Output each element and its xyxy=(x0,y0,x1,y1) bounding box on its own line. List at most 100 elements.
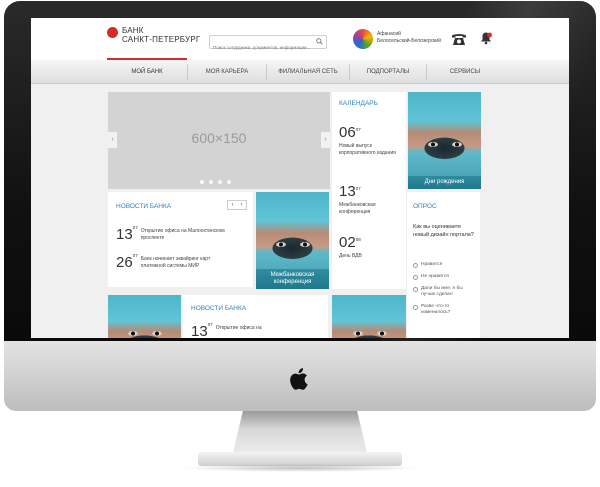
slider-placeholder: 600×150 xyxy=(191,130,247,146)
stand-neck xyxy=(232,411,368,457)
news-card-secondary: НОВОСТИ БАНКА 1307 Открытие офиса на xyxy=(183,295,328,338)
radio-icon[interactable] xyxy=(413,286,418,292)
radio-icon[interactable] xyxy=(413,262,418,268)
logo-mark-icon xyxy=(107,26,118,38)
search-box xyxy=(209,35,327,54)
nav-item-services[interactable]: СЕРВИСЫ xyxy=(427,60,503,84)
news-pager: ‹ › xyxy=(227,200,247,210)
screen: БАНК САНКТ-ПЕТЕРБУРГ Афанасий Белосельск… xyxy=(31,18,569,338)
news-item-day: 13 xyxy=(116,226,133,243)
photo-eye xyxy=(152,331,162,336)
photo-eye xyxy=(300,242,310,247)
news-item[interactable]: 1307 Открытие офиса на xyxy=(191,322,304,339)
calendar-event-text: Межбанковская конференция xyxy=(339,202,376,215)
user-last-name: Белосельский-Белозерский xyxy=(377,38,441,44)
tile-photo xyxy=(332,295,406,338)
calendar-event[interactable]: 1307 Межбанковская конференция xyxy=(339,183,403,215)
radio-icon[interactable] xyxy=(413,274,418,280)
birthdays-caption: Дни рождения xyxy=(408,176,481,189)
nav-active-indicator xyxy=(107,58,187,60)
calendar-event-day: 02 xyxy=(339,234,356,251)
slider-dot[interactable] xyxy=(218,180,222,184)
poll-question: Как вы оцениваете новый дизайн портала? xyxy=(413,224,474,238)
user-name[interactable]: Афанасий Белосельский-Белозерский xyxy=(377,31,457,45)
nav-item-my-bank[interactable]: МОЙ БАНК xyxy=(107,60,187,84)
search-input[interactable] xyxy=(210,41,310,54)
poll-option-label: Дали бы мне, я бы лучше сделал xyxy=(421,286,463,297)
slider-prev-button[interactable]: ‹ xyxy=(108,132,117,148)
slider-pagination xyxy=(200,180,231,184)
calendar-event-month: 07 xyxy=(355,127,361,132)
calendar-card: КАЛЕНДАРЬ 0607 Новый выпуск корпоративно… xyxy=(332,92,406,289)
news-item-text: Открытие офиса на xyxy=(215,325,262,331)
bank-logo[interactable]: БАНК САНКТ-ПЕТЕРБУРГ xyxy=(107,26,200,44)
poll-card: ОПРОС Как вы оцениваете новый дизайн пор… xyxy=(407,192,480,338)
radio-icon[interactable] xyxy=(413,304,418,310)
imac-frame: БАНК САНКТ-ПЕТЕРБУРГ Афанасий Белосельск… xyxy=(0,0,600,487)
news-item-day: 26 xyxy=(116,254,133,271)
slider-dot[interactable] xyxy=(200,180,204,184)
calendar-event-text: Новый выпуск корпоративного издания xyxy=(339,143,396,156)
poll-option[interactable]: Не нравится xyxy=(413,274,477,280)
tile-photo xyxy=(108,295,181,338)
news-title[interactable]: НОВОСТИ БАНКА xyxy=(116,203,171,210)
slider-dot[interactable] xyxy=(209,180,213,184)
notifications-icon[interactable] xyxy=(479,31,493,45)
search-icon[interactable] xyxy=(316,38,323,45)
photo-eye xyxy=(276,242,286,247)
news-item-month: 07 xyxy=(207,322,213,327)
slider-next-button[interactable]: › xyxy=(321,132,330,148)
calendar-event-month: 08 xyxy=(355,237,361,242)
birthdays-tile[interactable]: Дни рождения xyxy=(408,92,481,189)
nav-item-branch-network[interactable]: ФИЛИАЛЬНАЯ СЕТЬ xyxy=(267,60,349,84)
photo-tile[interactable] xyxy=(108,295,181,338)
user-avatar[interactable] xyxy=(353,29,373,49)
conference-tile[interactable]: Межбанковская конференция xyxy=(256,192,329,289)
news-item[interactable]: 1307 Открытие офиса на Малоохтинском про… xyxy=(116,225,229,244)
header: БАНК САНКТ-ПЕТЕРБУРГ Афанасий Белосельск… xyxy=(31,18,569,60)
user-first-name: Афанасий xyxy=(377,31,401,37)
logo-line-2: САНКТ-ПЕТЕРБУРГ xyxy=(122,35,201,44)
calendar-event-day: 13 xyxy=(339,183,356,200)
news-card: НОВОСТИ БАНКА ‹ › 1307 Открытие офиса на… xyxy=(108,192,253,287)
main-nav: МОЙ БАНК МОЯ КАРЬЕРА ФИЛИАЛЬНАЯ СЕТЬ ПОД… xyxy=(31,60,569,84)
calendar-event[interactable]: 0208 День ВДВ xyxy=(339,234,403,260)
news-item-text: Открытие офиса на Малоохтинском проспект… xyxy=(140,228,225,241)
poll-title[interactable]: ОПРОС xyxy=(413,203,437,210)
news-item-month: 07 xyxy=(132,225,138,230)
news-next-button[interactable]: › xyxy=(237,201,246,209)
poll-option-label: Разве что-то изменилось? xyxy=(421,304,451,315)
banner-slider[interactable]: 600×150 ‹ › xyxy=(108,92,330,189)
calendar-title[interactable]: КАЛЕНДАРЬ xyxy=(339,100,378,107)
poll-option-label: Нравится xyxy=(421,262,443,267)
stand-shadow xyxy=(180,464,420,472)
logo-line-1: БАНК xyxy=(122,26,144,35)
photo-eye xyxy=(452,142,462,147)
news-item-text: Банк начинает эквайринг карт платежной с… xyxy=(140,256,211,269)
phone-icon[interactable] xyxy=(451,32,467,46)
main-content: 600×150 ‹ › КАЛЕНДАРЬ 0607 Новый выпуск … xyxy=(31,84,569,338)
news-item-month: 07 xyxy=(132,253,138,258)
apple-logo-icon xyxy=(290,368,308,390)
news-prev-button[interactable]: ‹ xyxy=(228,201,237,209)
news-item[interactable]: 2607 Банк начинает эквайринг карт платеж… xyxy=(116,253,229,272)
photo-eye xyxy=(128,331,138,336)
poll-option[interactable]: Дали бы мне, я бы лучше сделал xyxy=(413,286,477,298)
slider-dot[interactable] xyxy=(227,180,231,184)
nav-item-my-career[interactable]: МОЯ КАРЬЕРА xyxy=(188,60,266,84)
conference-caption: Межбанковская конференция xyxy=(256,269,329,289)
poll-option[interactable]: Разве что-то изменилось? xyxy=(413,304,477,316)
poll-option[interactable]: Нравится xyxy=(413,262,477,268)
calendar-event[interactable]: 0607 Новый выпуск корпоративного издания xyxy=(339,124,403,156)
photo-tile[interactable] xyxy=(332,295,406,338)
calendar-event-day: 06 xyxy=(339,124,356,141)
nav-item-subportals[interactable]: ПОДПОРТАЛЫ xyxy=(350,60,426,84)
photo-eye xyxy=(428,142,438,147)
news-title[interactable]: НОВОСТИ БАНКА xyxy=(191,305,246,312)
tile-photo xyxy=(408,92,481,189)
photo-eye xyxy=(377,331,387,336)
news-item-day: 13 xyxy=(191,323,208,339)
calendar-event-month: 07 xyxy=(355,186,361,191)
photo-eye xyxy=(353,331,363,336)
calendar-event-text: День ВДВ xyxy=(339,253,362,259)
